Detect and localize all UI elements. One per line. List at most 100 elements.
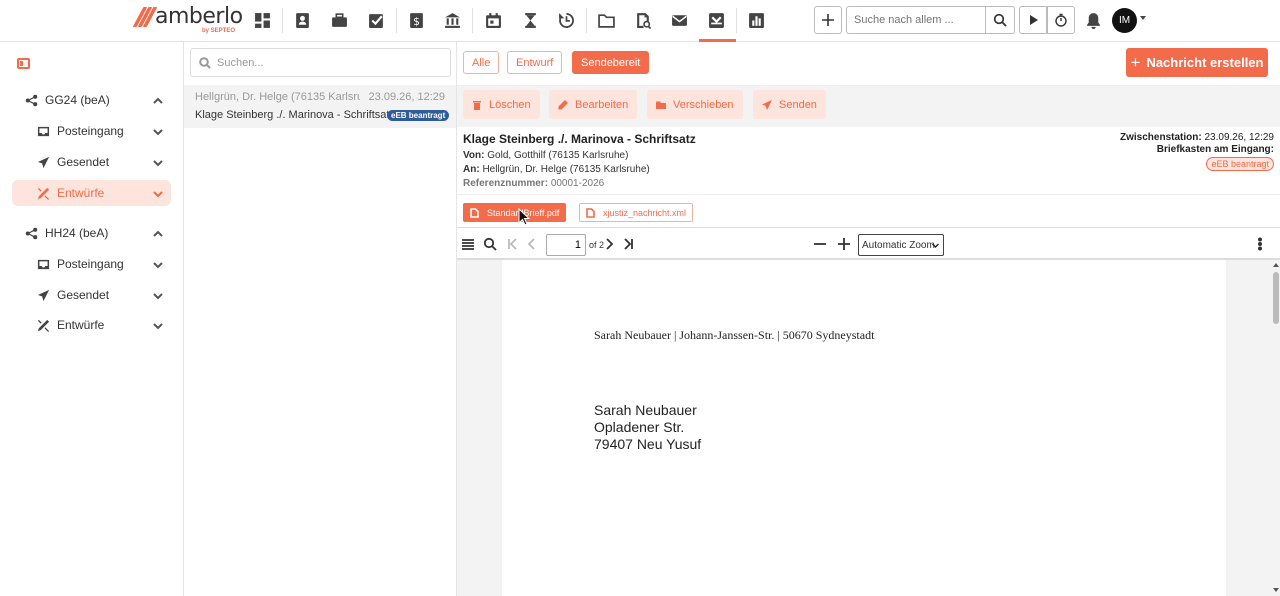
move-button[interactable]: Verschieben bbox=[647, 90, 743, 119]
sidebar-group-label: HH24 (beA) bbox=[45, 226, 109, 240]
edit-button[interactable]: Bearbeiten bbox=[549, 90, 638, 119]
list-item[interactable]: Hellgrün, Dr. Helge (76135 Karlsruhe) 23… bbox=[184, 85, 456, 128]
bea-inbox-icon[interactable] bbox=[706, 10, 726, 30]
sidebar-item-gesendet[interactable]: Gesendet bbox=[12, 282, 171, 308]
pdf-address-line: Opladener Str. bbox=[594, 419, 685, 435]
pdf-viewer[interactable]: Sarah Neubauer | Johann-Janssen-Str. | 5… bbox=[457, 260, 1280, 596]
sidebar-toggle-icon[interactable] bbox=[460, 236, 476, 252]
calendar-icon[interactable] bbox=[483, 10, 503, 30]
more-options-icon[interactable] bbox=[1252, 236, 1268, 252]
zoom-select[interactable]: Automatic Zoom bbox=[858, 234, 944, 256]
file-icon bbox=[586, 207, 595, 218]
pdf-page: Sarah Neubauer | Johann-Janssen-Str. | 5… bbox=[502, 260, 1226, 596]
stopwatch-button[interactable] bbox=[1047, 6, 1075, 34]
document-search-icon[interactable] bbox=[633, 10, 653, 30]
billing-icon[interactable]: $ bbox=[406, 10, 426, 30]
folder-move-icon bbox=[656, 101, 666, 109]
filter-entwurf-button[interactable]: Entwurf bbox=[507, 51, 563, 74]
attachment-pdf-button[interactable]: StandardBrieff.pdf bbox=[463, 203, 567, 222]
briefkasten-label: Briefkasten am Eingang: bbox=[1156, 144, 1274, 155]
send-label: Senden bbox=[779, 98, 817, 111]
dashboard-icon[interactable] bbox=[252, 10, 272, 30]
chevron-down-icon[interactable] bbox=[153, 290, 163, 300]
pdf-sender-line: Sarah Neubauer | Johann-Janssen-Str. | 5… bbox=[594, 328, 875, 342]
global-search-button[interactable] bbox=[985, 6, 1015, 34]
quick-add-button[interactable] bbox=[814, 6, 842, 34]
chevron-down-icon[interactable] bbox=[153, 126, 163, 136]
zoom-in-icon[interactable] bbox=[836, 236, 852, 252]
last-page-icon[interactable] bbox=[620, 236, 636, 252]
filter-sendebereit-button[interactable]: Sendebereit bbox=[572, 51, 650, 74]
search-icon bbox=[199, 56, 211, 69]
create-message-button[interactable]: + Nachricht erstellen bbox=[1126, 48, 1268, 77]
tasks-icon[interactable] bbox=[366, 10, 386, 30]
chevron-down-icon[interactable] bbox=[153, 157, 163, 167]
message-header: Klage Steinberg ./. Marinova - Schriftsa… bbox=[457, 127, 1280, 193]
folder-icon[interactable] bbox=[596, 10, 616, 30]
drafts-tools-icon bbox=[36, 318, 50, 332]
drafts-tools-icon bbox=[36, 186, 50, 200]
next-page-icon[interactable] bbox=[601, 236, 617, 252]
message-list-panel: Suchen... Hellgrün, Dr. Helge (76135 Kar… bbox=[184, 42, 457, 596]
sidebar-item-entwuerfe[interactable]: Entwürfe bbox=[12, 180, 171, 206]
sidebar-item-posteingang[interactable]: Posteingang bbox=[12, 118, 171, 144]
chevron-down-icon[interactable] bbox=[153, 259, 163, 269]
previous-page-icon[interactable] bbox=[524, 236, 540, 252]
pencil-icon bbox=[558, 99, 568, 109]
sidebar-item-label: Posteingang bbox=[57, 257, 124, 271]
page-number-input[interactable] bbox=[546, 234, 586, 256]
chevron-down-icon[interactable] bbox=[153, 188, 163, 198]
play-timer-button[interactable] bbox=[1019, 6, 1047, 34]
sidebar-item-entwuerfe[interactable]: Entwürfe bbox=[12, 312, 171, 338]
attachment-xml-button[interactable]: xjustiz_nachricht.xml bbox=[579, 203, 694, 222]
scrollbar-thumb[interactable] bbox=[1273, 272, 1279, 324]
reports-icon[interactable] bbox=[746, 10, 766, 30]
notifications-bell-icon[interactable] bbox=[1083, 10, 1103, 30]
first-page-icon[interactable] bbox=[505, 236, 521, 252]
pdf-scrollbar[interactable] bbox=[1271, 260, 1280, 596]
mail-icon[interactable] bbox=[669, 10, 689, 30]
sidebar-group-gg24[interactable]: GG24 (beA) bbox=[12, 87, 171, 113]
pdf-address-line: 79407 Neu Yusuf bbox=[594, 436, 702, 452]
amberlo-logo-mark-icon bbox=[132, 7, 158, 29]
sidebar-toggle-icon[interactable] bbox=[17, 58, 30, 69]
sidebar-item-posteingang[interactable]: Posteingang bbox=[12, 251, 171, 277]
hourglass-icon[interactable] bbox=[520, 10, 540, 30]
sidebar-item-gesendet[interactable]: Gesendet bbox=[12, 149, 171, 175]
edit-label: Bearbeiten bbox=[575, 98, 629, 111]
sidebar-group-label: GG24 (beA) bbox=[45, 93, 110, 107]
message-date: 23.09.26, 12:29 bbox=[368, 91, 445, 103]
message-an: An: Hellgrün, Dr. Helge (76135 Karlsruhe… bbox=[463, 164, 650, 175]
file-icon bbox=[470, 207, 479, 218]
user-avatar[interactable]: IM bbox=[1112, 8, 1137, 33]
message-title: Klage Steinberg ./. Marinova - Schriftsa… bbox=[463, 132, 696, 146]
message-search-input[interactable]: Suchen... bbox=[190, 48, 451, 77]
zoom-out-icon[interactable] bbox=[812, 236, 828, 252]
share-icon bbox=[24, 93, 38, 107]
scroll-down-icon[interactable] bbox=[1273, 588, 1279, 592]
search-icon[interactable] bbox=[482, 236, 498, 252]
chevron-up-icon[interactable] bbox=[153, 95, 163, 105]
bank-icon[interactable] bbox=[442, 10, 462, 30]
scroll-up-icon[interactable] bbox=[1273, 263, 1279, 267]
message-search-placeholder: Suchen... bbox=[217, 56, 264, 69]
chevron-down-icon[interactable] bbox=[153, 320, 163, 330]
pdf-viewer-toolbar: of 2 Automatic Zoom bbox=[457, 227, 1280, 260]
attachments-row: StandardBrieff.pdf xjustiz_nachricht.xml bbox=[457, 194, 1280, 227]
sidebar-group-hh24[interactable]: HH24 (beA) bbox=[12, 220, 171, 246]
chevron-down-icon bbox=[932, 243, 939, 248]
amberlo-logo[interactable]: amberlo by SEPTEO bbox=[132, 5, 243, 35]
eeb-badge: eEB beantragt bbox=[387, 110, 450, 121]
delete-button[interactable]: Löschen bbox=[463, 90, 540, 119]
inbox-tray-icon bbox=[36, 124, 50, 138]
user-menu-caret-icon[interactable] bbox=[1140, 16, 1146, 20]
briefcase-icon[interactable] bbox=[329, 10, 349, 30]
chevron-up-icon[interactable] bbox=[153, 228, 163, 238]
sidebar-item-label: Posteingang bbox=[57, 124, 124, 138]
time-history-icon[interactable] bbox=[556, 10, 576, 30]
filter-alle-button[interactable]: Alle bbox=[463, 51, 500, 74]
send-button[interactable]: Senden bbox=[753, 90, 826, 119]
move-label: Verschieben bbox=[673, 98, 734, 111]
contacts-icon[interactable] bbox=[292, 10, 312, 30]
global-search-input[interactable] bbox=[846, 6, 986, 34]
